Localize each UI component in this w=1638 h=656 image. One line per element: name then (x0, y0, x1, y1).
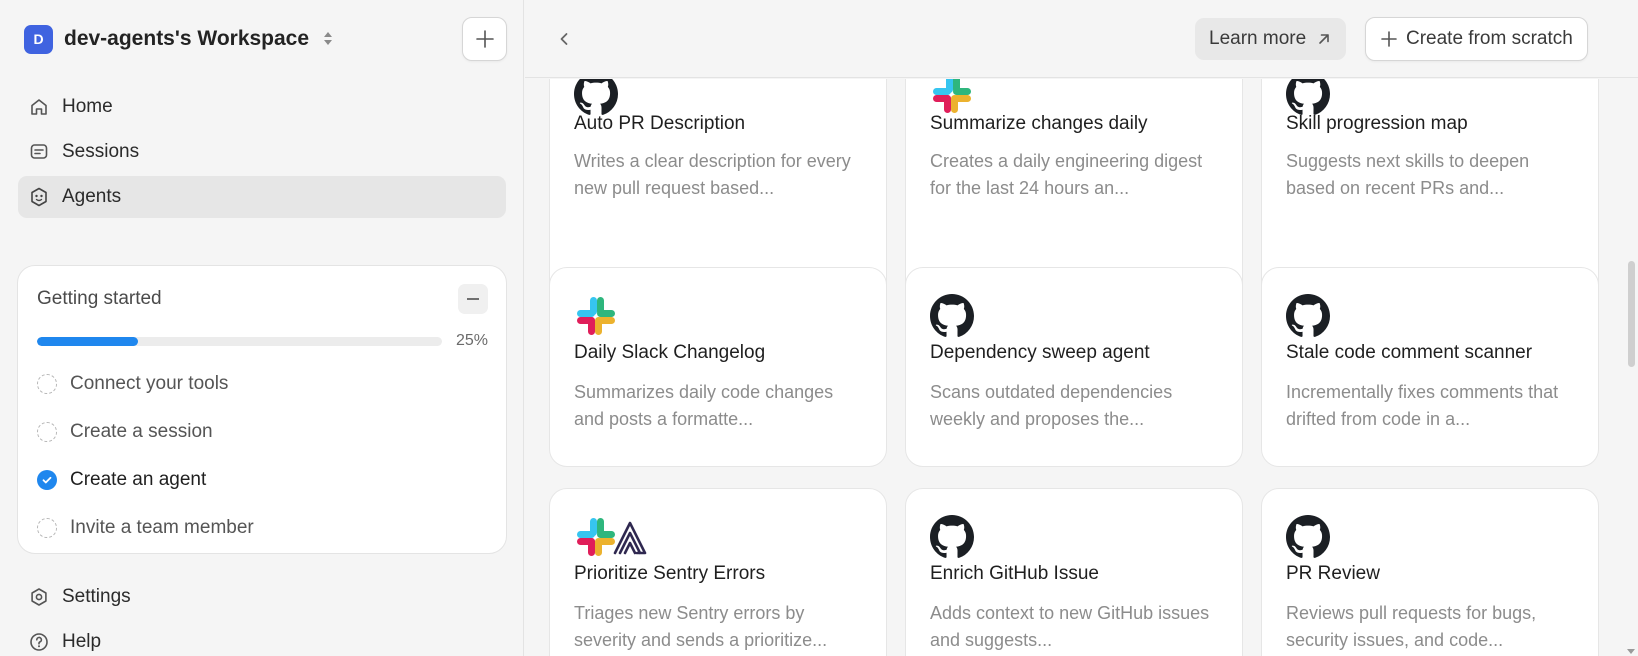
bottom-nav: Settings Help (18, 576, 506, 656)
collapse-button[interactable] (458, 284, 488, 314)
agent-template-description: Suggests next skills to deepen based on … (1286, 151, 1530, 198)
github-logo-icon (930, 294, 974, 337)
step-connect-tools[interactable]: Connect your tools (37, 360, 477, 408)
create-from-scratch-button[interactable]: Create from scratch (1365, 17, 1588, 61)
integration-logos (574, 79, 654, 116)
step-create-agent[interactable]: Create an agent (37, 456, 477, 504)
agent-template-title: Skill progression map (1286, 113, 1468, 134)
sessions-icon (28, 141, 50, 163)
agent-template-title: Stale code comment scanner (1286, 342, 1533, 363)
step-label: Create an agent (70, 469, 207, 490)
agent-template-title: Auto PR Description (574, 113, 746, 134)
nav-item-agents[interactable]: Agents (18, 176, 506, 218)
github-logo-icon (1286, 515, 1330, 558)
github-logo-icon (574, 79, 618, 115)
agent-template-card[interactable]: Stale code comment scanner Incrementally … (1261, 267, 1599, 467)
slack-logo-icon (577, 297, 615, 335)
plus-icon (475, 30, 494, 48)
agent-template-title: Enrich GitHub Issue (930, 563, 1099, 584)
agent-template-description: Incrementally fixes comments that drifte… (1286, 382, 1559, 429)
nav-item-label: Home (62, 96, 113, 117)
nav-item-sessions[interactable]: Sessions (18, 131, 506, 173)
agent-template-card[interactable]: PR Review Reviews pull requests for bugs,… (1261, 488, 1599, 656)
pending-circle-icon (37, 374, 57, 394)
integration-logos (930, 79, 1010, 116)
step-invite-member[interactable]: Invite a team member (37, 504, 477, 552)
nav-item-help[interactable]: Help (18, 621, 506, 656)
workspace-avatar: D (24, 24, 53, 54)
agent-template-description: Adds context to new GitHub issues and su… (930, 603, 1210, 650)
agent-templates-grid: Auto PR Description Writes a clear descri… (525, 79, 1638, 656)
slack-logo-icon (933, 79, 971, 113)
home-icon (28, 96, 50, 118)
scrollbar[interactable] (1624, 79, 1638, 656)
nav-item-home[interactable]: Home (18, 86, 506, 128)
nav-item-settings[interactable]: Settings (18, 576, 506, 618)
agent-template-title: Daily Slack Changelog (574, 342, 766, 363)
agent-template-description: Reviews pull requests for bugs, security… (1286, 603, 1537, 650)
scrollbar-thumb[interactable] (1628, 261, 1635, 367)
agent-template-card[interactable]: Daily Slack Changelog Summarizes daily co… (549, 267, 887, 467)
agent-template-description: Writes a clear description for every new… (574, 151, 851, 198)
integration-logos (1286, 294, 1366, 338)
agent-template-description: Scans outdated dependencies weekly and p… (930, 382, 1173, 429)
workspace-name: dev-agents's Workspace (64, 27, 310, 50)
getting-started-steps: Connect your tools Create a session Crea… (37, 360, 477, 552)
agent-template-card[interactable]: Dependency sweep agent Scans outdated dep… (905, 267, 1243, 467)
agent-template-description: Triages new Sentry errors by severity an… (574, 603, 828, 650)
learn-more-button[interactable]: Learn more (1195, 18, 1347, 60)
settings-icon (28, 586, 50, 608)
step-create-session[interactable]: Create a session (37, 408, 477, 456)
progress-bar-fill (37, 337, 139, 346)
integration-logos (1286, 79, 1366, 116)
integration-logos (930, 294, 1010, 338)
agent-template-title: Summarize changes daily (930, 113, 1148, 134)
scroll-down-arrow-icon[interactable] (1627, 649, 1635, 654)
main-nav: Home Sessions Agents (18, 86, 506, 221)
nav-item-label: Sessions (62, 141, 140, 162)
workspace-switcher[interactable]: D dev-agents's Workspace (24, 24, 333, 54)
integration-logos (930, 515, 1010, 559)
arrow-up-right-icon (1316, 31, 1332, 47)
agents-icon (28, 186, 50, 208)
help-icon (28, 631, 50, 653)
progress-percent: 25% (455, 332, 488, 349)
nav-item-label: Help (62, 631, 102, 652)
chevron-updown-icon (323, 30, 333, 48)
agent-template-title: Prioritize Sentry Errors (574, 563, 766, 584)
sidebar: D dev-agents's Workspace Home Sessions A… (0, 0, 524, 656)
back-button[interactable] (554, 28, 574, 50)
agent-template-card[interactable]: Enrich GitHub Issue Adds context to new G… (905, 488, 1243, 656)
github-logo-icon (1286, 79, 1330, 115)
getting-started-title: Getting started (37, 288, 162, 309)
sentry-logo-icon (613, 521, 647, 555)
progress-bar (37, 337, 442, 346)
step-label: Invite a team member (70, 517, 254, 538)
integration-logos (1286, 515, 1366, 559)
integration-logos (574, 515, 654, 559)
step-label: Connect your tools (70, 373, 229, 394)
getting-started-panel: Getting started 25% Connect your tools C… (17, 265, 507, 554)
step-label: Create a session (70, 421, 213, 442)
nav-item-label: Settings (62, 586, 131, 607)
topbar: Learn more Create from scratch (525, 0, 1638, 78)
new-session-button[interactable] (462, 17, 507, 61)
integration-logos (574, 294, 654, 338)
agent-template-description: Summarizes daily code changes and posts … (574, 382, 834, 429)
minus-icon (467, 298, 479, 300)
pending-circle-icon (37, 518, 57, 538)
plus-icon (1380, 30, 1398, 48)
pending-circle-icon (37, 422, 57, 442)
check-circle-icon (37, 470, 57, 490)
nav-item-label: Agents (62, 186, 122, 207)
github-logo-icon (1286, 294, 1330, 337)
create-from-scratch-label: Create from scratch (1406, 28, 1573, 49)
agent-template-card[interactable]: Prioritize Sentry Errors Triages new Sent… (549, 488, 887, 656)
github-logo-icon (930, 515, 974, 558)
chevron-left-icon (560, 33, 568, 45)
learn-more-label: Learn more (1209, 28, 1307, 49)
agent-template-description: Creates a daily engineering digest for t… (930, 151, 1203, 198)
agent-template-title: Dependency sweep agent (930, 342, 1150, 363)
agent-template-title: PR Review (1286, 563, 1380, 584)
